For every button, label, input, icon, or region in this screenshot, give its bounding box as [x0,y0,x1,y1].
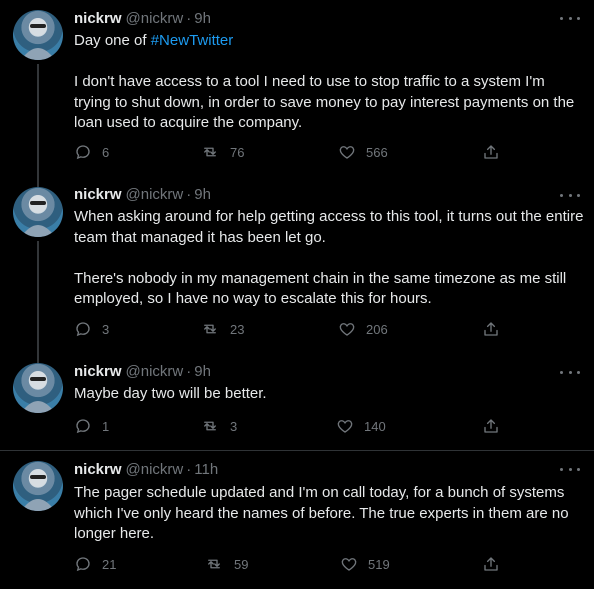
more-icon[interactable] [560,14,580,22]
tweet-text: Maybe day two will be better. [74,384,584,405]
tweet-paragraph: I don't have access to a tool I need to … [74,73,575,131]
avatar[interactable] [13,461,63,511]
reply-count: 3 [102,321,110,337]
display-name[interactable]: nickrw [74,10,122,27]
retweet-count: 23 [230,321,245,337]
like-count: 140 [364,418,386,434]
user-handle[interactable]: @nickrw [126,186,184,203]
more-icon[interactable] [560,368,580,376]
hashtag-link[interactable]: #NewTwitter [151,32,234,49]
retweet-button[interactable]: 23 [200,320,244,338]
reply-button[interactable]: 1 [74,417,109,435]
reply-count: 1 [102,418,110,434]
tweet-paragraph: Maybe day two will be better. [74,385,267,402]
tweet-header: nickrw @nickrw · 9h [74,186,211,208]
like-count: 206 [366,321,388,337]
retweet-button[interactable]: 3 [200,417,237,435]
tweet-actions: 21 59 519 [74,555,504,575]
reply-icon [76,419,90,434]
tweet-paragraph: There's nobody in my management chain in… [74,269,567,308]
share-button[interactable] [482,320,500,338]
retweet-icon [204,421,216,431]
display-name[interactable]: nickrw [74,363,122,380]
like-count: 566 [366,144,388,160]
dot-separator: · [186,186,192,203]
thread-line [37,64,39,190]
tweet-header: nickrw @nickrw · 11h [74,461,218,483]
avatar[interactable] [13,10,63,60]
avatar[interactable] [13,363,63,413]
retweet-button[interactable]: 59 [204,555,248,573]
share-button[interactable] [482,143,500,161]
more-icon[interactable] [560,191,580,199]
reply-button[interactable]: 6 [74,143,109,161]
reply-icon [76,145,90,160]
share-icon [484,419,498,433]
like-count: 519 [368,556,390,572]
tweet-header: nickrw @nickrw · 9h [74,363,211,385]
share-button[interactable] [482,555,500,573]
retweet-count: 3 [230,418,238,434]
tweet-text: When asking around for help getting acce… [74,207,584,310]
tweet-thread: nickrw @nickrw · 9h Day one of #NewTwitt… [0,0,594,589]
like-icon [341,558,357,571]
retweet-count: 59 [234,556,249,572]
retweet-icon [204,324,216,334]
timestamp[interactable]: 9h [194,363,211,380]
reply-button[interactable]: 21 [74,555,116,573]
tweet-header: nickrw @nickrw · 9h [74,10,211,32]
reply-icon [76,322,90,337]
tweet[interactable]: nickrw @nickrw · 9h Day one of #NewTwitt… [0,0,594,190]
user-handle[interactable]: @nickrw [126,461,184,478]
display-name[interactable]: nickrw [74,186,122,203]
retweet-icon [208,559,220,569]
like-icon [339,323,355,336]
share-icon [484,145,498,159]
avatar[interactable] [13,187,63,237]
share-button[interactable] [482,417,500,435]
dot-separator: · [186,461,192,478]
dot-separator: · [186,363,192,380]
tweet[interactable]: nickrw @nickrw · 9h Maybe day two will b… [0,357,594,450]
share-icon [484,557,498,571]
thread-line [37,241,39,368]
retweet-icon [204,147,216,157]
timestamp[interactable]: 9h [194,186,211,203]
tweet-text: The pager schedule updated and I'm on ca… [74,483,584,545]
tweet-text-prefix: Day one of [74,32,151,49]
tweet-actions: 6 76 566 [74,143,504,163]
tweet-actions: 1 3 140 [74,417,504,437]
tweet-text: Day one of #NewTwitter I don't have acce… [74,31,584,134]
reply-count: 6 [102,144,110,160]
like-button[interactable]: 140 [336,417,386,435]
tweet-actions: 3 23 206 [74,320,504,340]
retweet-count: 76 [230,144,245,160]
tweet-paragraph: When asking around for help getting acce… [74,208,584,246]
like-button[interactable]: 206 [338,320,388,338]
reply-count: 21 [102,556,117,572]
dot-separator: · [186,10,192,27]
tweet[interactable]: nickrw @nickrw · 11h The pager schedule … [0,451,594,589]
user-handle[interactable]: @nickrw [126,363,184,380]
more-icon[interactable] [560,465,580,473]
user-handle[interactable]: @nickrw [126,10,184,27]
display-name[interactable]: nickrw [74,461,122,478]
reply-button[interactable]: 3 [74,320,109,338]
share-icon [484,322,498,336]
like-icon [337,420,353,433]
reply-icon [76,557,90,572]
tweet[interactable]: nickrw @nickrw · 9h When asking around f… [0,180,594,368]
like-button[interactable]: 566 [338,143,388,161]
timestamp[interactable]: 11h [194,461,218,478]
like-button[interactable]: 519 [340,555,390,573]
retweet-button[interactable]: 76 [200,143,244,161]
like-icon [339,146,355,159]
tweet-paragraph: The pager schedule updated and I'm on ca… [74,484,569,542]
timestamp[interactable]: 9h [194,10,211,27]
